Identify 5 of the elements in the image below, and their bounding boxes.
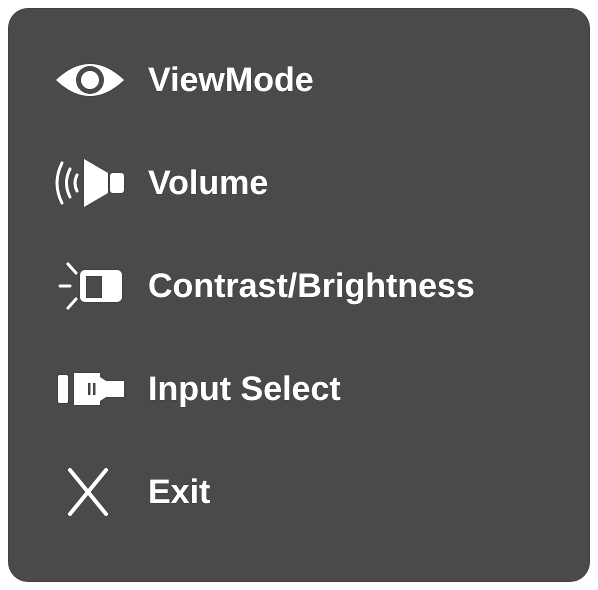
menu-item[interactable]: Input Select [148, 370, 341, 408]
menu-item[interactable]: Contrast/Brightness [148, 266, 475, 306]
menu-item[interactable]: Exit [148, 472, 210, 512]
menu-item[interactable]: ViewMode [148, 60, 314, 100]
menu-item[interactable]: Volume [148, 164, 268, 202]
